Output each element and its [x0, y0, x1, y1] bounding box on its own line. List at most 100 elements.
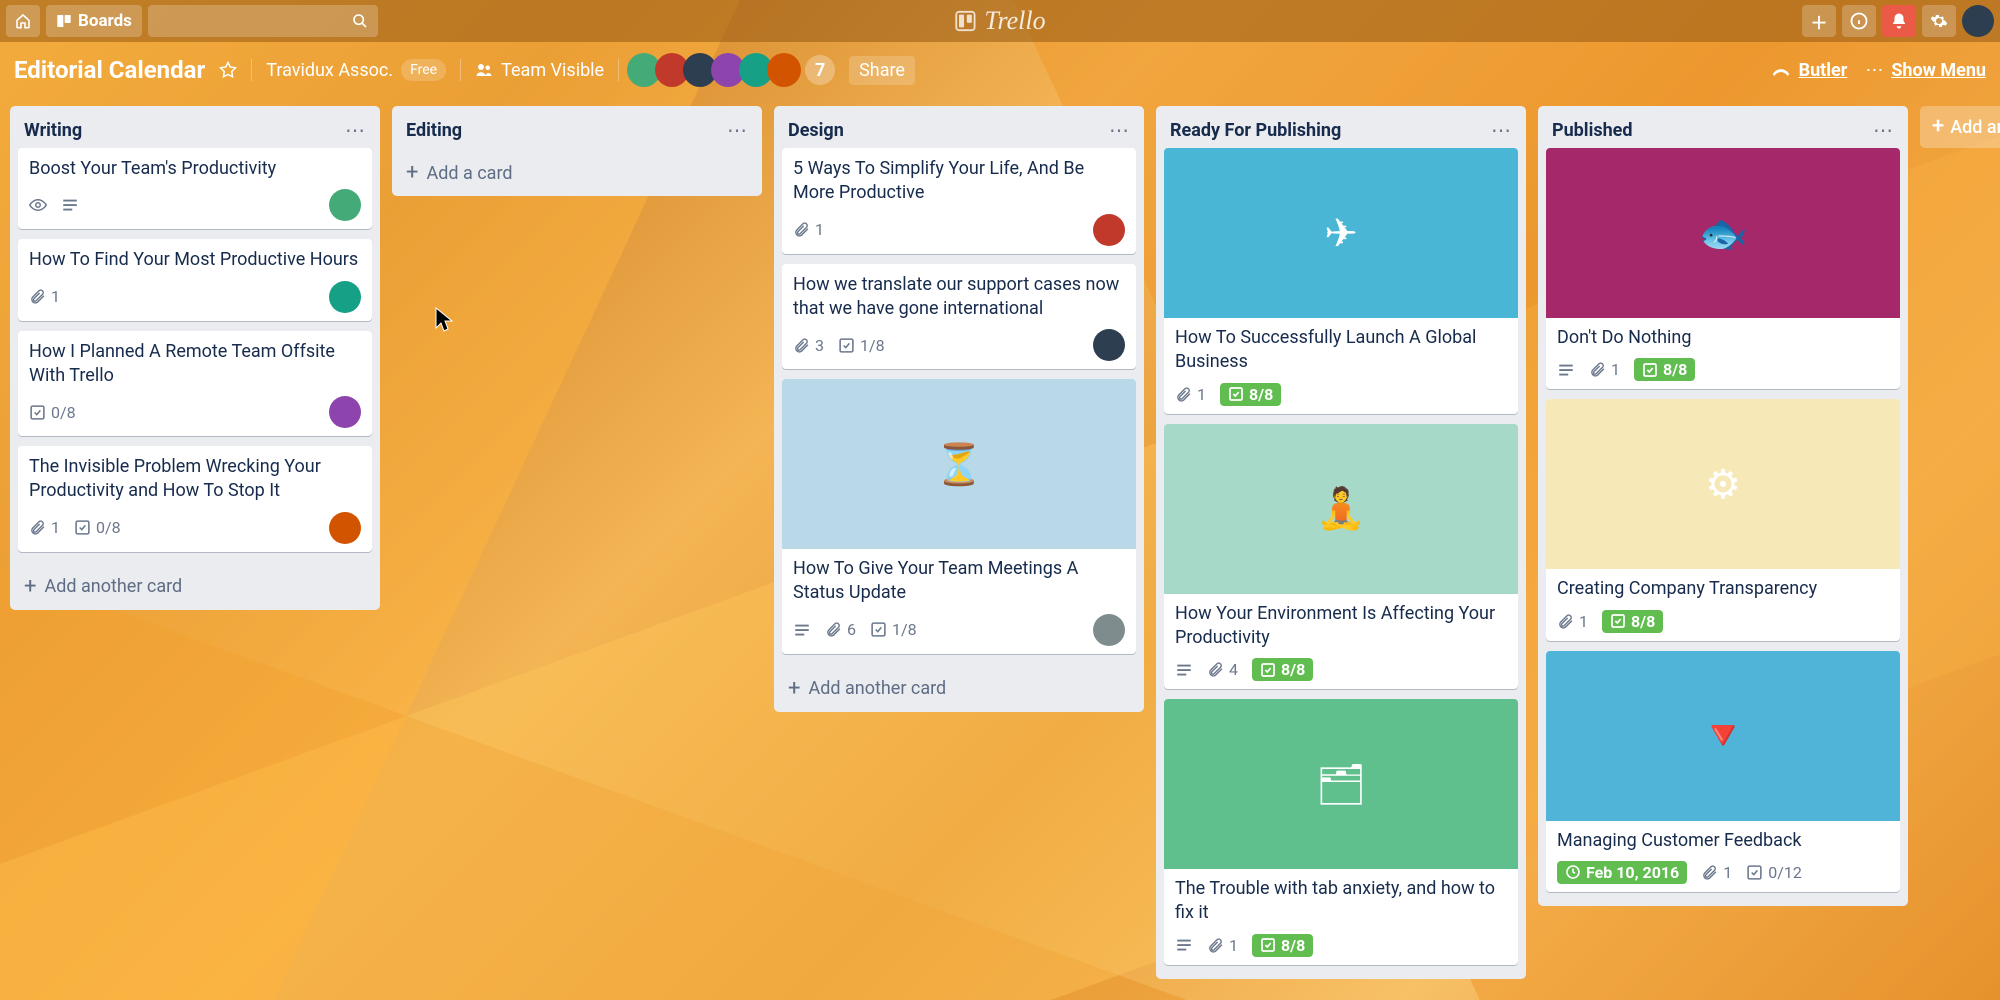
card-cover: ⏳ [782, 379, 1136, 549]
list-title[interactable]: Editing [406, 120, 462, 141]
checklist-icon [1260, 662, 1276, 678]
avatar [329, 189, 361, 221]
card-member[interactable] [1093, 614, 1125, 646]
plus-icon: ＋ [1811, 9, 1828, 34]
due-date-badge: Feb 10, 2016 [1557, 861, 1687, 884]
profile-avatar[interactable] [1962, 5, 1994, 37]
card[interactable]: ✈ How To Successfully Launch A Global Bu… [1164, 148, 1518, 414]
share-button[interactable]: Share [849, 56, 915, 85]
show-menu-button[interactable]: ⋯ Show Menu [1865, 60, 1986, 81]
card[interactable]: Boost Your Team's Productivity [18, 148, 372, 229]
description-icon [1175, 661, 1193, 679]
card-badges: 1 8/8 [1175, 383, 1507, 406]
create-button[interactable]: ＋ [1802, 5, 1836, 37]
boards-button[interactable]: Boards [46, 5, 142, 37]
card[interactable]: 🧘 How Your Environment Is Affecting Your… [1164, 424, 1518, 690]
card[interactable]: ⚙ Creating Company Transparency 1 8/8 [1546, 399, 1900, 640]
card-cover: ✈ [1164, 148, 1518, 318]
add-card-label: Add another card [44, 576, 182, 597]
list-title[interactable]: Ready For Publishing [1170, 120, 1341, 141]
checklist-badge: 0/12 [1746, 863, 1802, 882]
attachments-badge: 1 [1701, 863, 1732, 882]
card[interactable]: How To Find Your Most Productive Hours 1 [18, 239, 372, 320]
list-menu-button[interactable]: ⋯ [1491, 118, 1512, 142]
member-overflow-count[interactable]: 7 [805, 55, 835, 85]
card-member[interactable] [329, 396, 361, 428]
checklist-icon [74, 519, 91, 536]
show-menu-label: Show Menu [1891, 60, 1986, 81]
logo-text: Trello [984, 6, 1045, 36]
notifications-button[interactable] [1882, 5, 1916, 37]
avatar [1093, 329, 1125, 361]
watch-badge [29, 196, 47, 214]
card[interactable]: 🐟 Don't Do Nothing 1 8/8 [1546, 148, 1900, 389]
info-button[interactable] [1842, 5, 1876, 37]
card-member[interactable] [1093, 329, 1125, 361]
list-menu-button[interactable]: ⋯ [727, 118, 748, 142]
card-member[interactable] [329, 189, 361, 221]
avatar [329, 396, 361, 428]
divider [251, 59, 252, 81]
list: Published ⋯ 🐟 Don't Do Nothing 1 8/8 ⚙ C… [1538, 106, 1908, 906]
attachment-icon [1207, 661, 1224, 678]
visibility-button[interactable]: Team Visible [475, 60, 604, 81]
list: Design ⋯ 5 Ways To Simplify Your Life, A… [774, 106, 1144, 712]
star-button[interactable] [219, 61, 237, 79]
card[interactable]: 🔻 Managing Customer Feedback Feb 10, 201… [1546, 651, 1900, 892]
add-card-button[interactable]: +Add another card [10, 566, 380, 610]
list-menu-button[interactable]: ⋯ [1109, 118, 1130, 142]
board-members[interactable]: 7 [633, 53, 835, 87]
butler-button[interactable]: Butler [1771, 60, 1848, 81]
card[interactable]: How I Planned A Remote Team Offsite With… [18, 331, 372, 437]
team-link[interactable]: Travidux Assoc. Free [266, 59, 446, 81]
add-card-button[interactable]: +Add a card [392, 152, 762, 196]
member-avatar[interactable] [767, 53, 801, 87]
logo[interactable]: Trello [954, 6, 1045, 36]
divider [460, 59, 461, 81]
card-cover: 🐟 [1546, 148, 1900, 318]
card[interactable]: 5 Ways To Simplify Your Life, And Be Mor… [782, 148, 1136, 254]
list-cards: ✈ How To Successfully Launch A Global Bu… [1156, 148, 1526, 979]
settings-button[interactable] [1922, 5, 1956, 37]
divider [618, 59, 619, 81]
card-badges: 6 1/8 [793, 614, 1125, 646]
list-title[interactable]: Writing [24, 120, 82, 141]
checklist-icon [29, 404, 46, 421]
card[interactable]: The Invisible Problem Wrecking Your Prod… [18, 446, 372, 552]
checklist-icon [838, 337, 855, 354]
card[interactable]: How we translate our support cases now t… [782, 264, 1136, 370]
card-member[interactable] [329, 512, 361, 544]
list-menu-button[interactable]: ⋯ [1873, 118, 1894, 142]
board-name[interactable]: Editorial Calendar [14, 56, 205, 84]
card-title: How To Find Your Most Productive Hours [29, 248, 361, 272]
search-input[interactable] [148, 5, 378, 37]
list: Ready For Publishing ⋯ ✈ How To Successf… [1156, 106, 1526, 979]
checklist-badge: 8/8 [1220, 383, 1281, 406]
list-title[interactable]: Design [788, 120, 844, 141]
checklist-icon [870, 621, 887, 638]
checklist-badge: 8/8 [1634, 358, 1695, 381]
home-button[interactable] [6, 5, 40, 37]
list-title[interactable]: Published [1552, 120, 1633, 141]
gear-icon [1930, 12, 1948, 30]
attachments-badge: 1 [1207, 936, 1238, 955]
add-card-button[interactable]: +Add another card [774, 668, 1144, 712]
description-badge [1175, 661, 1193, 679]
card-member[interactable] [1093, 214, 1125, 246]
attachments-badge: 1 [1557, 612, 1588, 631]
list: Editing ⋯ +Add a card [392, 106, 762, 196]
board-canvas[interactable]: Writing ⋯ Boost Your Team's Productivity… [0, 98, 2000, 1000]
checklist-badge: 0/8 [74, 518, 121, 537]
card-title: How To Give Your Team Meetings A Status … [793, 557, 1125, 606]
description-badge [1175, 936, 1193, 954]
card-member[interactable] [329, 281, 361, 313]
card-cover: 🗂 [1164, 699, 1518, 869]
checklist-icon [1610, 613, 1626, 629]
butler-label: Butler [1799, 60, 1848, 81]
checklist-icon [1260, 937, 1276, 953]
card[interactable]: 🗂 The Trouble with tab anxiety, and how … [1164, 699, 1518, 965]
card[interactable]: ⏳ How To Give Your Team Meetings A Statu… [782, 379, 1136, 654]
add-list-button[interactable]: +Add anothe [1920, 106, 2000, 148]
card-badges: 1 8/8 [1175, 934, 1507, 957]
list-menu-button[interactable]: ⋯ [345, 118, 366, 142]
